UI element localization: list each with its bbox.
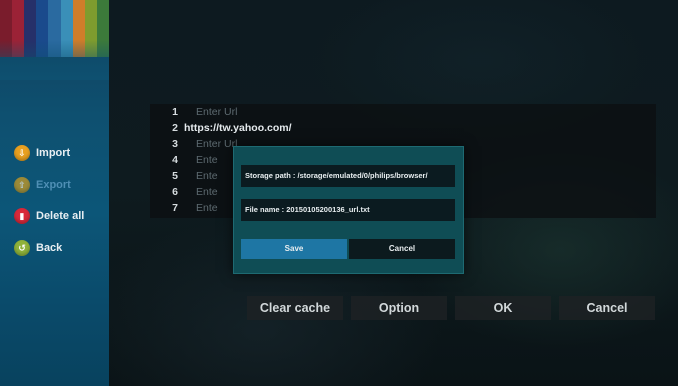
cancel-button[interactable]: Cancel [559, 296, 655, 320]
sidebar-fade [0, 40, 109, 80]
option-button[interactable]: Option [351, 296, 447, 320]
storage-path-field[interactable]: Storage path : /storage/emulated/0/phili… [241, 165, 455, 187]
file-name-field[interactable]: File name : 20150105200136_url.txt [241, 199, 455, 221]
url-row[interactable]: 6 Ente [150, 186, 218, 198]
clear-cache-button[interactable]: Clear cache [247, 296, 343, 320]
url-row-number: 5 [172, 170, 178, 182]
back-icon: ↺ [14, 240, 30, 256]
ok-button[interactable]: OK [455, 296, 551, 320]
url-row-text: https://tw.yahoo.com/ [184, 122, 292, 134]
url-row[interactable]: 4 Ente [150, 154, 218, 166]
url-row-number: 1 [172, 106, 178, 118]
url-row-text: Enter Url [196, 138, 238, 150]
sidebar-item-label: Delete all [36, 210, 85, 222]
url-row-text: Ente [196, 186, 218, 198]
sidebar-item-label: Import [36, 147, 71, 159]
trash-icon: ▮ [14, 208, 30, 224]
url-row-text: Ente [196, 202, 218, 214]
url-row-number: 3 [172, 138, 178, 150]
url-row-number: 7 [172, 202, 178, 214]
url-row-number: 4 [172, 154, 178, 166]
sidebar-item-export[interactable]: ⇧ Export [14, 177, 71, 193]
save-button[interactable]: Save [241, 239, 347, 259]
sidebar-item-label: Export [36, 179, 71, 191]
sidebar: ⇩ Import ⇧ Export ▮ Delete all ↺ Back [0, 0, 109, 386]
export-icon: ⇧ [14, 177, 30, 193]
url-row[interactable]: 5 Ente [150, 170, 218, 182]
url-row-text: Ente [196, 154, 218, 166]
sidebar-item-delete-all[interactable]: ▮ Delete all [14, 208, 84, 224]
url-row-text: Enter Url [196, 106, 238, 118]
url-row[interactable]: 7 Ente [150, 202, 218, 214]
url-row[interactable]: 1 Enter Url [150, 106, 237, 118]
dialog-cancel-button[interactable]: Cancel [349, 239, 455, 259]
url-row[interactable]: 2 https://tw.yahoo.com/ [150, 122, 292, 134]
sidebar-item-label: Back [36, 242, 63, 254]
url-row-number: 2 [172, 122, 178, 134]
url-row[interactable]: 3 Enter Url [150, 138, 237, 150]
import-icon: ⇩ [14, 145, 30, 161]
url-row-text: Ente [196, 170, 218, 182]
url-row-number: 6 [172, 186, 178, 198]
sidebar-item-import[interactable]: ⇩ Import [14, 145, 70, 161]
sidebar-item-back[interactable]: ↺ Back [14, 240, 62, 256]
export-dialog: Storage path : /storage/emulated/0/phili… [233, 146, 464, 274]
